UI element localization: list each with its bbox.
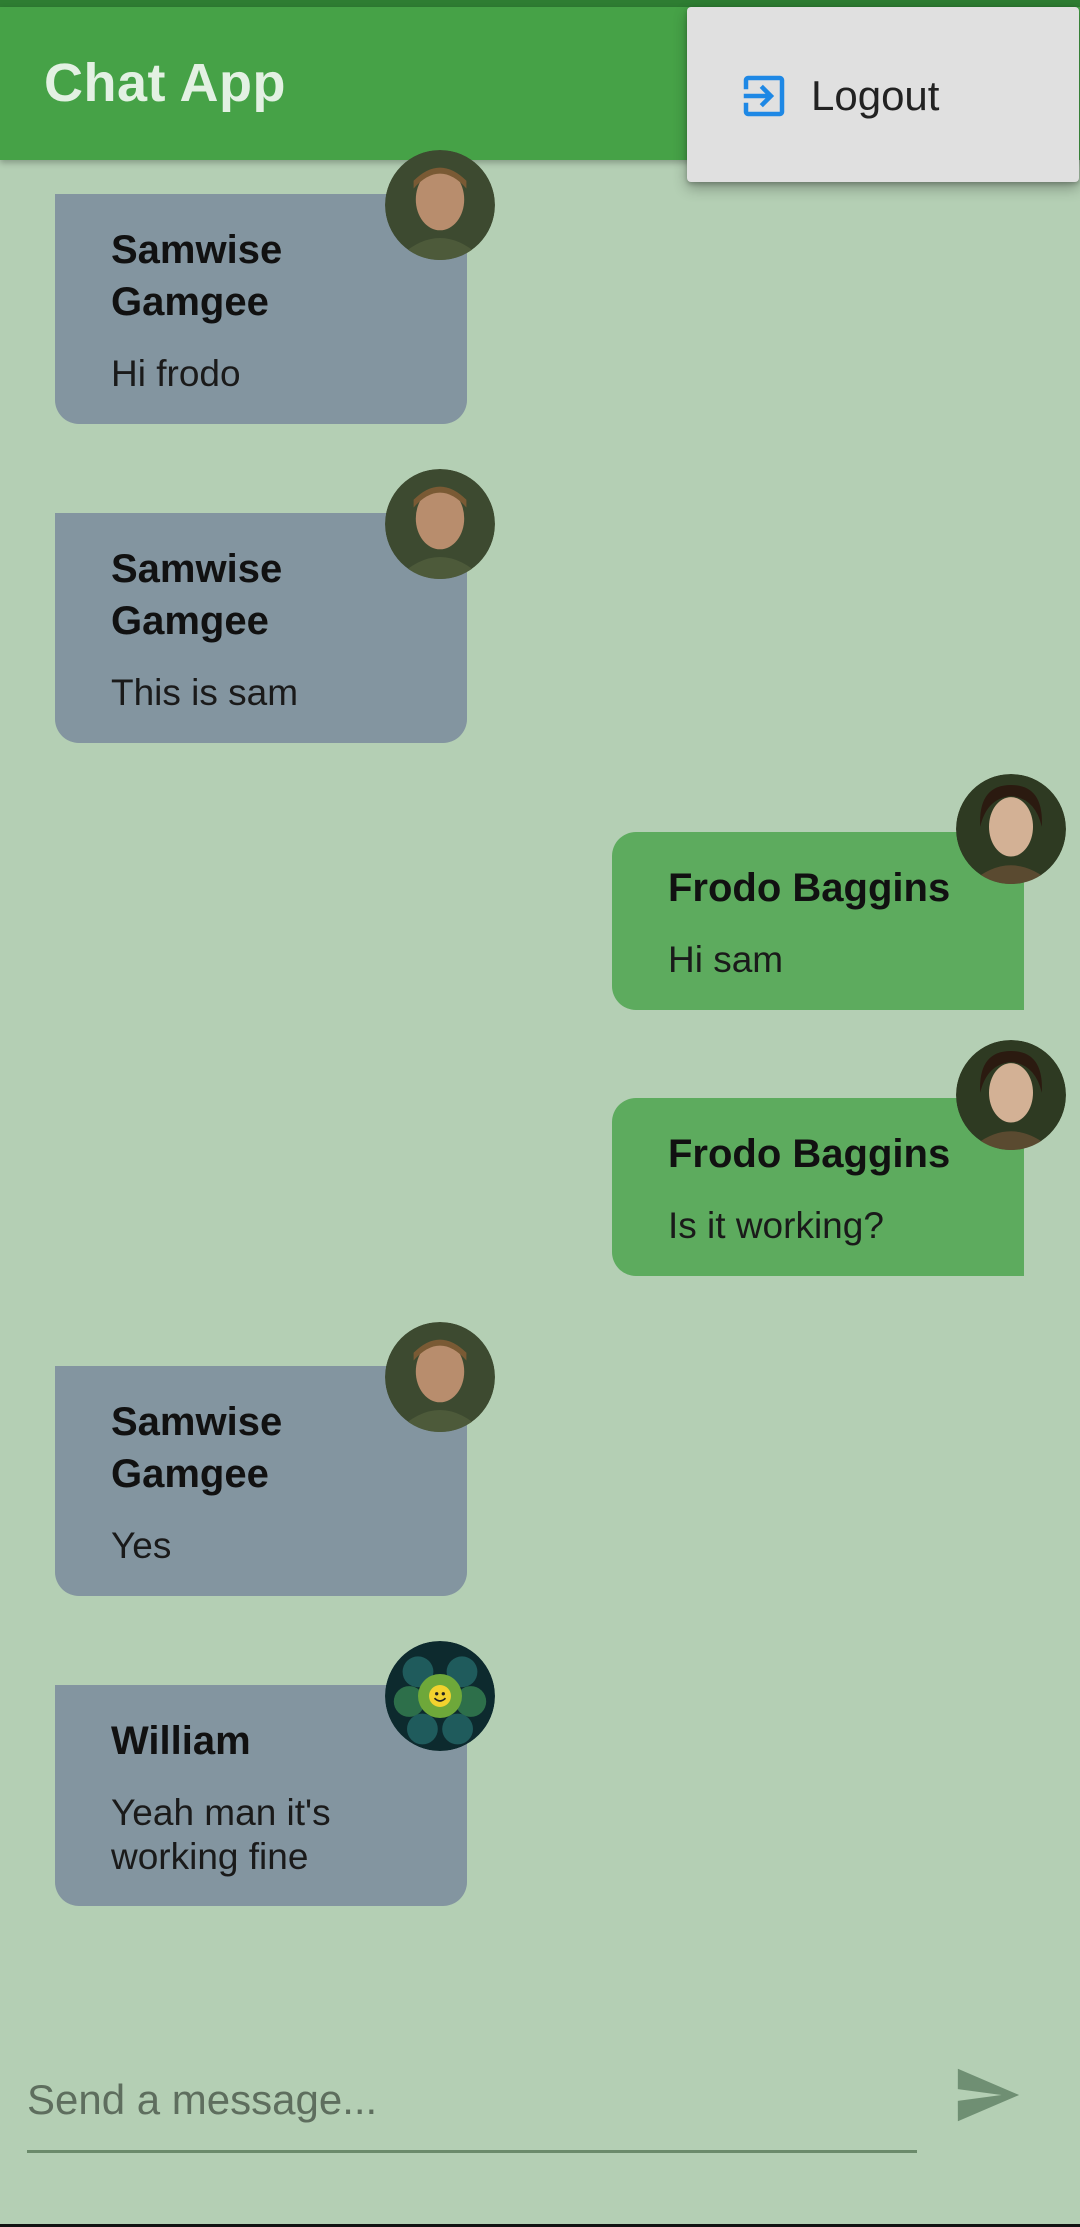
message-composer [0, 2030, 1080, 2180]
app-title: Chat App [44, 53, 286, 113]
logout-label: Logout [811, 72, 940, 119]
samwise-avatar [385, 1322, 495, 1432]
logout-menu-item[interactable]: Logout [687, 7, 1079, 182]
message-bubble: Frodo Baggins Is it working? [612, 1098, 1024, 1276]
message-input[interactable] [27, 2050, 917, 2153]
message-text: This is sam [111, 672, 299, 713]
message-text: Yes [111, 1525, 172, 1566]
message-text: Hi sam [668, 939, 784, 980]
sender-name: Samwise Gamgee [111, 1400, 283, 1496]
frodo-avatar [956, 1040, 1066, 1150]
send-icon[interactable] [952, 2060, 1022, 2130]
sender-name: Samwise Gamgee [111, 228, 283, 324]
william-avatar [385, 1641, 495, 1751]
logout-icon [743, 75, 785, 117]
message-bubble: Frodo Baggins Hi sam [612, 832, 1024, 1010]
samwise-avatar [385, 150, 495, 260]
message-text: Is it working? [668, 1205, 884, 1246]
status-bar [0, 0, 1080, 7]
overflow-menu: Logout [687, 7, 1079, 182]
message-text: Hi frodo [111, 353, 241, 394]
sender-name: Frodo Baggins [668, 866, 951, 910]
message-text: Yeah man it's working fine [111, 1792, 331, 1877]
frodo-avatar [956, 774, 1066, 884]
sender-name: William [111, 1719, 251, 1763]
sender-name: Samwise Gamgee [111, 547, 283, 643]
sender-name: Frodo Baggins [668, 1132, 951, 1176]
samwise-avatar [385, 469, 495, 579]
